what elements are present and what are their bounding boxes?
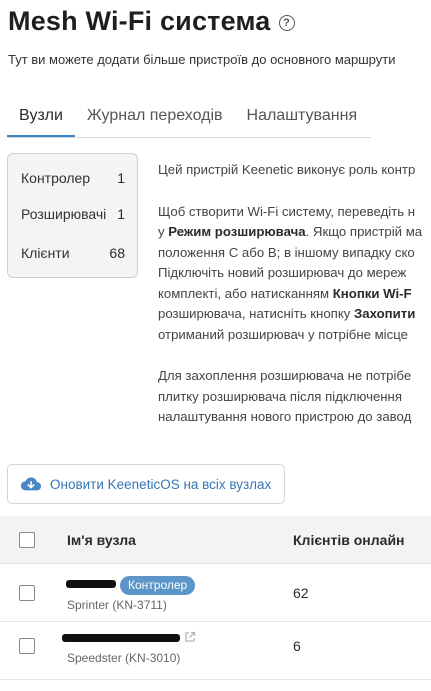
update-button-label: Оновити KeeneticOS на всіх вузлах [50,476,272,492]
column-clients-online[interactable]: Клієнтів онлайн [293,532,405,548]
desc-line: Підключіть новий розширювач до мереж [158,265,407,280]
desc-line: розширювача, натисніть кнопку Захопити [158,306,416,321]
table-row[interactable]: Speedster (KN-3010) 6 [0,622,431,680]
stat-value: 1 [117,206,125,222]
tab-nodes[interactable]: Вузли [7,100,75,137]
tab-settings[interactable]: Налаштування [235,100,370,137]
desc-line: плитку розширювача після підключення [158,388,402,404]
desc-line: отриманий розширювач у потрібне місце [158,326,408,342]
desc-line: положення C або B; в іншому випадку ско [158,244,415,260]
stat-clients: Клієнти 68 [21,245,125,261]
desc-line: Цей пристрій Keenetic виконує роль контр [158,162,416,177]
stat-value: 68 [109,245,125,261]
node-name-redacted[interactable] [66,580,116,588]
page-title: Mesh Wi-Fi система [8,6,271,36]
node-model: Speedster (KN-3010) [67,651,181,665]
node-name-redacted[interactable] [62,634,180,642]
table-row[interactable]: Контролер Sprinter (KN-3711) 62 [0,564,431,622]
desc-line: налаштування нового пристрою до завод [158,409,412,424]
tab-bar: Вузли Журнал переходів Налаштування [7,100,371,138]
mesh-wifi-page: Mesh Wi-Fi система ? Тут ви можете додат… [0,0,431,691]
desc-line: у Режим розширювача. Якщо пристрій ма [158,224,423,239]
stat-extenders: Розширювачі 1 [21,206,125,222]
capture-button-text: Захопити [354,306,416,321]
select-all-checkbox[interactable] [19,532,35,548]
clients-online-count: 6 [293,638,301,654]
external-link-icon[interactable] [184,631,196,643]
stat-controllers: Контролер 1 [21,170,125,186]
tab-transition-log[interactable]: Журнал переходів [75,100,235,137]
controller-badge: Контролер [120,576,196,595]
stat-label: Клієнти [21,245,70,261]
clients-online-count: 62 [293,585,309,601]
stat-label: Контролер [21,170,91,186]
cloud-download-icon [20,477,42,491]
help-icon[interactable]: ? [278,15,295,31]
mesh-description: Цей пристрій Keenetic виконує роль контр… [158,160,431,428]
stat-label: Розширювачі [21,206,107,222]
node-model: Sprinter (KN-3711) [67,598,167,612]
column-node-name[interactable]: Ім'я вузла [67,532,136,548]
desc-line: комплекті, або натисканням Кнопки Wi-F [158,285,412,301]
row-checkbox[interactable] [19,585,35,601]
desc-line: Для захоплення розширювача не потрібе [158,368,412,383]
page-subtitle: Тут ви можете додати більше пристроїв до… [8,52,396,67]
desc-line: Щоб створити Wi-Fi систему, переведіть н [158,203,416,219]
wifi-button-text: Кнопки Wi-F [332,285,412,301]
mesh-stats-card: Контролер 1 Розширювачі 1 Клієнти 68 [7,153,138,278]
update-keeneticos-button[interactable]: Оновити KeeneticOS на всіх вузлах [7,464,285,504]
nodes-table-header: Ім'я вузла Клієнтів онлайн [0,516,431,564]
row-checkbox[interactable] [19,638,35,654]
title-row: Mesh Wi-Fi система ? [8,6,295,37]
stat-value: 1 [117,170,125,186]
extender-mode-text: Режим розширювача [168,224,306,239]
